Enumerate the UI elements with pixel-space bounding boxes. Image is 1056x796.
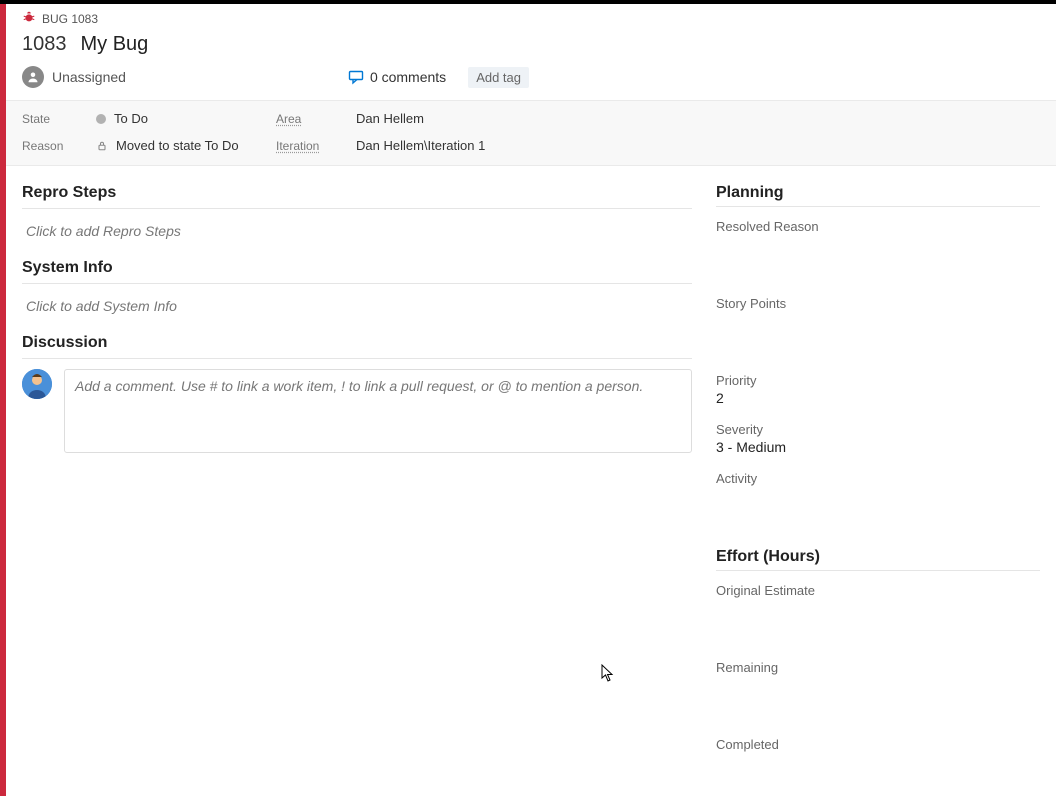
body-right-column: Planning Resolved Reason Story Points Pr… xyxy=(716,166,1056,796)
reason-value: Moved to state To Do xyxy=(116,138,239,153)
state-value: To Do xyxy=(114,111,148,126)
work-item-form: BUG 1083 1083 My Bug Unassigned xyxy=(0,4,1056,796)
effort-title: Effort (Hours) xyxy=(716,548,1040,566)
iteration-label: Iteration xyxy=(276,139,346,153)
main-column: BUG 1083 1083 My Bug Unassigned xyxy=(6,4,1056,796)
unassigned-person-icon xyxy=(22,66,44,88)
header-title-row: 1083 My Bug xyxy=(6,27,1056,66)
header-meta-row: Unassigned 0 comments Add tag xyxy=(6,66,1056,100)
resolved-reason-field[interactable] xyxy=(716,236,1040,254)
body-row: Repro Steps Click to add Repro Steps Sys… xyxy=(6,166,1056,796)
assignee-field[interactable]: Unassigned xyxy=(22,66,126,88)
original-estimate-field[interactable] xyxy=(716,600,1040,618)
story-points-field[interactable] xyxy=(716,313,1040,331)
remaining-label: Remaining xyxy=(716,660,1040,675)
activity-label: Activity xyxy=(716,471,1040,486)
severity-label: Severity xyxy=(716,422,1040,437)
system-info-title: System Info xyxy=(22,259,692,277)
header-type-row: BUG 1083 xyxy=(6,4,1056,27)
divider xyxy=(716,570,1040,571)
avatar xyxy=(22,369,52,399)
header-type-label[interactable]: BUG 1083 xyxy=(42,12,98,26)
area-field[interactable]: Dan Hellem xyxy=(356,111,1040,126)
body-left-column: Repro Steps Click to add Repro Steps Sys… xyxy=(6,166,716,796)
system-info-field[interactable]: Click to add System Info xyxy=(22,294,692,334)
original-estimate-label: Original Estimate xyxy=(716,583,1040,598)
work-item-id: 1083 xyxy=(22,33,67,56)
divider xyxy=(22,358,692,359)
bug-icon xyxy=(22,10,36,27)
severity-field[interactable]: 3 - Medium xyxy=(716,439,1040,457)
completed-label: Completed xyxy=(716,737,1040,752)
planning-title: Planning xyxy=(716,184,1040,202)
reason-label: Reason xyxy=(22,139,86,153)
activity-field[interactable] xyxy=(716,488,1040,506)
work-item-title[interactable]: My Bug xyxy=(81,33,149,56)
assignee-label: Unassigned xyxy=(52,69,126,85)
state-grid: State To Do Area Dan Hellem Reason Moved… xyxy=(6,100,1056,166)
divider xyxy=(22,283,692,284)
story-points-label: Story Points xyxy=(716,296,1040,311)
reason-field[interactable]: Moved to state To Do xyxy=(96,138,266,153)
repro-steps-field[interactable]: Click to add Repro Steps xyxy=(22,219,692,259)
state-dot-icon xyxy=(96,114,106,124)
area-label: Area xyxy=(276,112,346,126)
comments-label: 0 comments xyxy=(370,69,446,85)
discussion-box: Add a comment. Use # to link a work item… xyxy=(22,369,692,453)
priority-field[interactable]: 2 xyxy=(716,390,1040,408)
priority-label: Priority xyxy=(716,373,1040,388)
state-label: State xyxy=(22,112,86,126)
repro-steps-title: Repro Steps xyxy=(22,184,692,202)
state-field[interactable]: To Do xyxy=(96,111,266,126)
comment-input[interactable]: Add a comment. Use # to link a work item… xyxy=(64,369,692,453)
add-tag-button[interactable]: Add tag xyxy=(468,67,529,88)
discussion-title: Discussion xyxy=(22,334,692,352)
remaining-field[interactable] xyxy=(716,677,1040,695)
resolved-reason-label: Resolved Reason xyxy=(716,219,1040,234)
completed-field[interactable] xyxy=(716,754,1040,772)
divider xyxy=(716,206,1040,207)
divider xyxy=(22,208,692,209)
iteration-field[interactable]: Dan Hellem\Iteration 1 xyxy=(356,138,1040,153)
comments-link[interactable]: 0 comments xyxy=(348,69,446,85)
lock-icon xyxy=(96,140,108,152)
